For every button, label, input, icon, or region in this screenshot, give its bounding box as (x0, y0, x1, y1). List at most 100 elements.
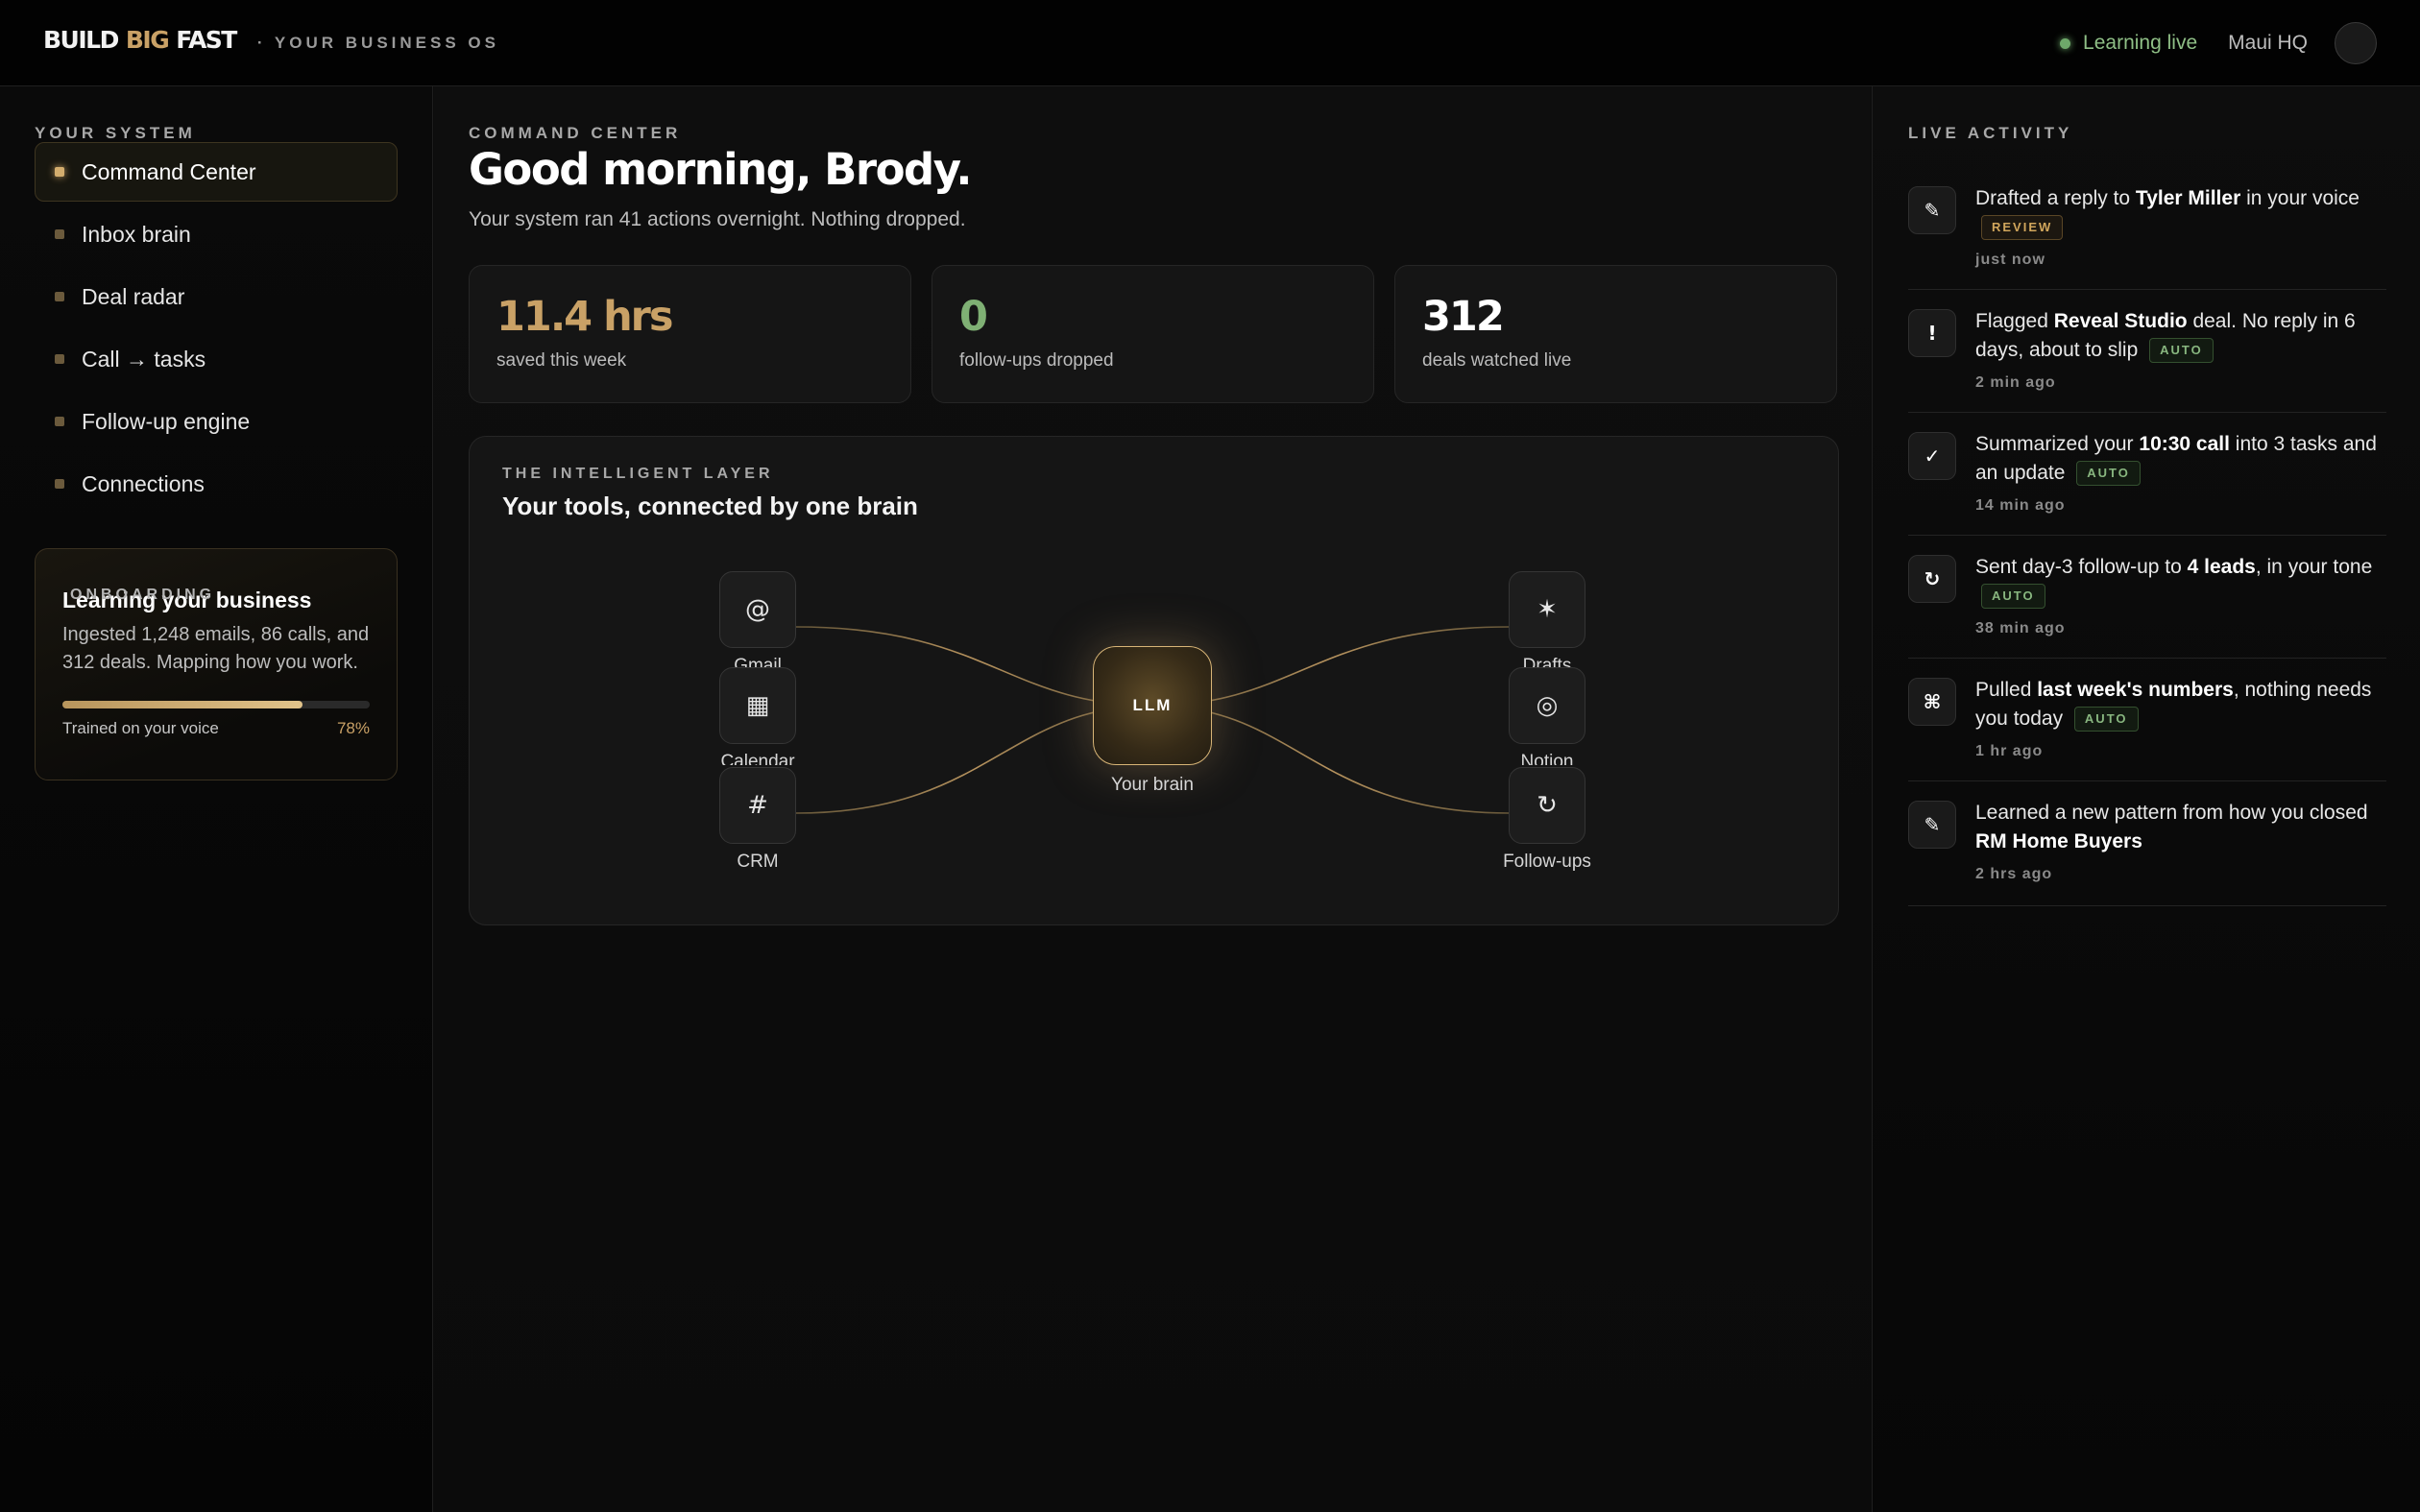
activity-text: Drafted a reply to Tyler Miller in your … (1975, 184, 2388, 275)
command-icon: ⌘ (1908, 678, 1956, 726)
activity-text-pre: Pulled (1975, 679, 2038, 701)
activity-feed: ✎ Drafted a reply to Tyler Miller in you… (1908, 167, 2386, 906)
training-progress-bar (62, 701, 370, 708)
brain-node[interactable]: LLM (1093, 646, 1212, 765)
stat-label: deals watched live (1422, 350, 1572, 371)
bullet-icon (55, 417, 64, 426)
activity-text: Summarized your 10:30 call into 3 tasks … (1975, 430, 2388, 520)
layer-section-label: THE INTELLIGENT LAYER (502, 466, 774, 482)
activity-text-pre: Drafted a reply to (1975, 187, 2136, 209)
activity-text: Learned a new pattern from how you close… (1975, 799, 2388, 889)
sidebar-item-label: Connections (82, 470, 205, 496)
sidebar-item-command-center[interactable]: Command Center (35, 142, 398, 202)
node-notion-label: Notion (1520, 752, 1574, 765)
activity-text: Pulled last week's numbers, nothing need… (1975, 676, 2388, 766)
check-icon: ✓ (1908, 432, 1956, 480)
node-notion[interactable]: ◎ (1509, 667, 1585, 744)
stat-card-deals-watched[interactable]: 312 deals watched live (1394, 265, 1837, 403)
activity-text-strong: last week's numbers (2037, 679, 2234, 701)
sidebar-item-label: Command Center (82, 158, 256, 184)
sidebar-item-inbox-brain[interactable]: Inbox brain (35, 204, 398, 264)
stat-value: 0 (959, 293, 988, 341)
sidebar-item-label: Follow-up engine (82, 408, 251, 434)
node-followups[interactable]: ↻ (1509, 767, 1585, 844)
sidebar-item-deal-radar[interactable]: Deal radar (35, 267, 398, 326)
stat-value: 312 (1422, 293, 1505, 341)
auto-badge: AUTO (2149, 338, 2214, 363)
live-status-label: Learning live (2083, 32, 2198, 54)
node-calendar[interactable]: ▦ (719, 667, 796, 744)
brand-word-fast: FAST (176, 26, 237, 54)
circle-icon: ◎ (1536, 691, 1559, 720)
brand-tagline: · YOUR BUSINESS OS (256, 34, 499, 52)
node-followups-label: Follow-ups (1503, 852, 1591, 872)
sidebar-item-label: Call → tasks (82, 346, 206, 372)
brand-word-build: BUILD (43, 26, 119, 54)
node-drafts-label: Drafts (1522, 656, 1572, 667)
brand-word-big: BIG (125, 26, 170, 54)
activity-text-pre: Sent day-3 follow-up to (1975, 556, 2188, 578)
activity-text-strong: RM Home Buyers (1975, 830, 2142, 852)
bullet-icon (55, 167, 64, 177)
activity-time: 2 min ago (1975, 374, 2056, 391)
brand-logo[interactable]: BUILD BIG FAST · YOUR BUSINESS OS (43, 26, 499, 54)
node-drafts[interactable]: ✶ (1509, 571, 1585, 648)
training-progress-row: Trained on your voice 78% (62, 719, 370, 738)
activity-text: Flagged Reveal Studio deal. No reply in … (1975, 307, 2388, 397)
activity-time: 14 min ago (1975, 497, 2066, 514)
activity-text-strong: 10:30 call (2139, 433, 2230, 455)
sidebar-nav: Command Center Inbox brain Deal radar Ca… (35, 142, 398, 516)
activity-time: just now (1975, 252, 2045, 268)
auto-badge: AUTO (2073, 707, 2139, 732)
activity-item[interactable]: ! Flagged Reveal Studio deal. No reply i… (1908, 290, 2386, 413)
calendar-icon: ▦ (745, 691, 770, 720)
top-right-controls: Learning live Maui HQ (2060, 21, 2377, 65)
live-activity-panel: LIVE ACTIVITY ✎ Drafted a reply to Tyler… (1872, 86, 2420, 1512)
activity-section-label: LIVE ACTIVITY (1908, 124, 2073, 142)
onboarding-section-label: ONBOARDING (70, 587, 216, 603)
sidebar-item-connections[interactable]: Connections (35, 454, 398, 514)
activity-text-post: , in your tone (2255, 556, 2373, 578)
onboarding-description: Ingested 1,248 emails, 86 calls, and 312… (62, 624, 370, 673)
training-progress-percent: 78% (336, 719, 370, 737)
main-content: COMMAND CENTER Good morning, Brody. Your… (434, 86, 1871, 1512)
llm-badge: LLM (1132, 696, 1173, 714)
review-badge[interactable]: REVIEW (1981, 215, 2064, 240)
refresh-icon: ↻ (1908, 555, 1956, 603)
activity-text-post: in your voice (2240, 187, 2360, 209)
node-crm[interactable]: # (719, 767, 796, 844)
pencil-icon: ✎ (1908, 186, 1956, 234)
avatar[interactable] (2335, 22, 2377, 64)
onboarding-card[interactable]: ONBOARDING Learning your business Ingest… (35, 548, 398, 780)
activity-item[interactable]: ✎ Learned a new pattern from how you clo… (1908, 781, 2386, 906)
refresh-icon: ↻ (1537, 791, 1558, 820)
activity-text-pre: Summarized your (1975, 433, 2140, 455)
page-title: Good morning, Brody. (469, 144, 973, 195)
workspace-switcher[interactable]: Maui HQ (2228, 32, 2308, 55)
intelligent-layer-card: THE INTELLIGENT LAYER Your tools, connec… (469, 436, 1839, 925)
activity-item[interactable]: ↻ Sent day-3 follow-up to 4 leads, in yo… (1908, 536, 2386, 659)
stat-card-hours-saved[interactable]: 11.4 hrs saved this week (469, 265, 911, 403)
training-progress-fill (62, 701, 302, 708)
activity-item[interactable]: ✓ Summarized your 10:30 call into 3 task… (1908, 413, 2386, 536)
stat-card-followups-dropped[interactable]: 0 follow-ups dropped (932, 265, 1374, 403)
pencil-icon: ✎ (1908, 801, 1956, 849)
node-gmail[interactable]: @ (719, 571, 796, 648)
brain-label: Your brain (1111, 775, 1194, 795)
bullet-icon (55, 479, 64, 489)
sparkle-icon: ✶ (1537, 595, 1558, 624)
activity-text-strong: Reveal Studio (2053, 310, 2188, 332)
sidebar-item-call-tasks[interactable]: Call → tasks (35, 329, 398, 389)
sidebar-item-follow-up-engine[interactable]: Follow-up engine (35, 392, 398, 451)
activity-item[interactable]: ⌘ Pulled last week's numbers, nothing ne… (1908, 659, 2386, 781)
bullet-icon (55, 229, 64, 239)
top-bar: BUILD BIG FAST · YOUR BUSINESS OS Learni… (0, 0, 2420, 86)
auto-badge: AUTO (1981, 584, 2045, 609)
node-calendar-label: Calendar (720, 752, 795, 765)
layer-title: Your tools, connected by one brain (502, 492, 918, 520)
alert-icon: ! (1908, 309, 1956, 357)
activity-item[interactable]: ✎ Drafted a reply to Tyler Miller in you… (1908, 167, 2386, 290)
activity-time: 38 min ago (1975, 620, 2066, 636)
stat-label: saved this week (496, 350, 627, 371)
activity-text-strong: Tyler Miller (2135, 187, 2241, 209)
